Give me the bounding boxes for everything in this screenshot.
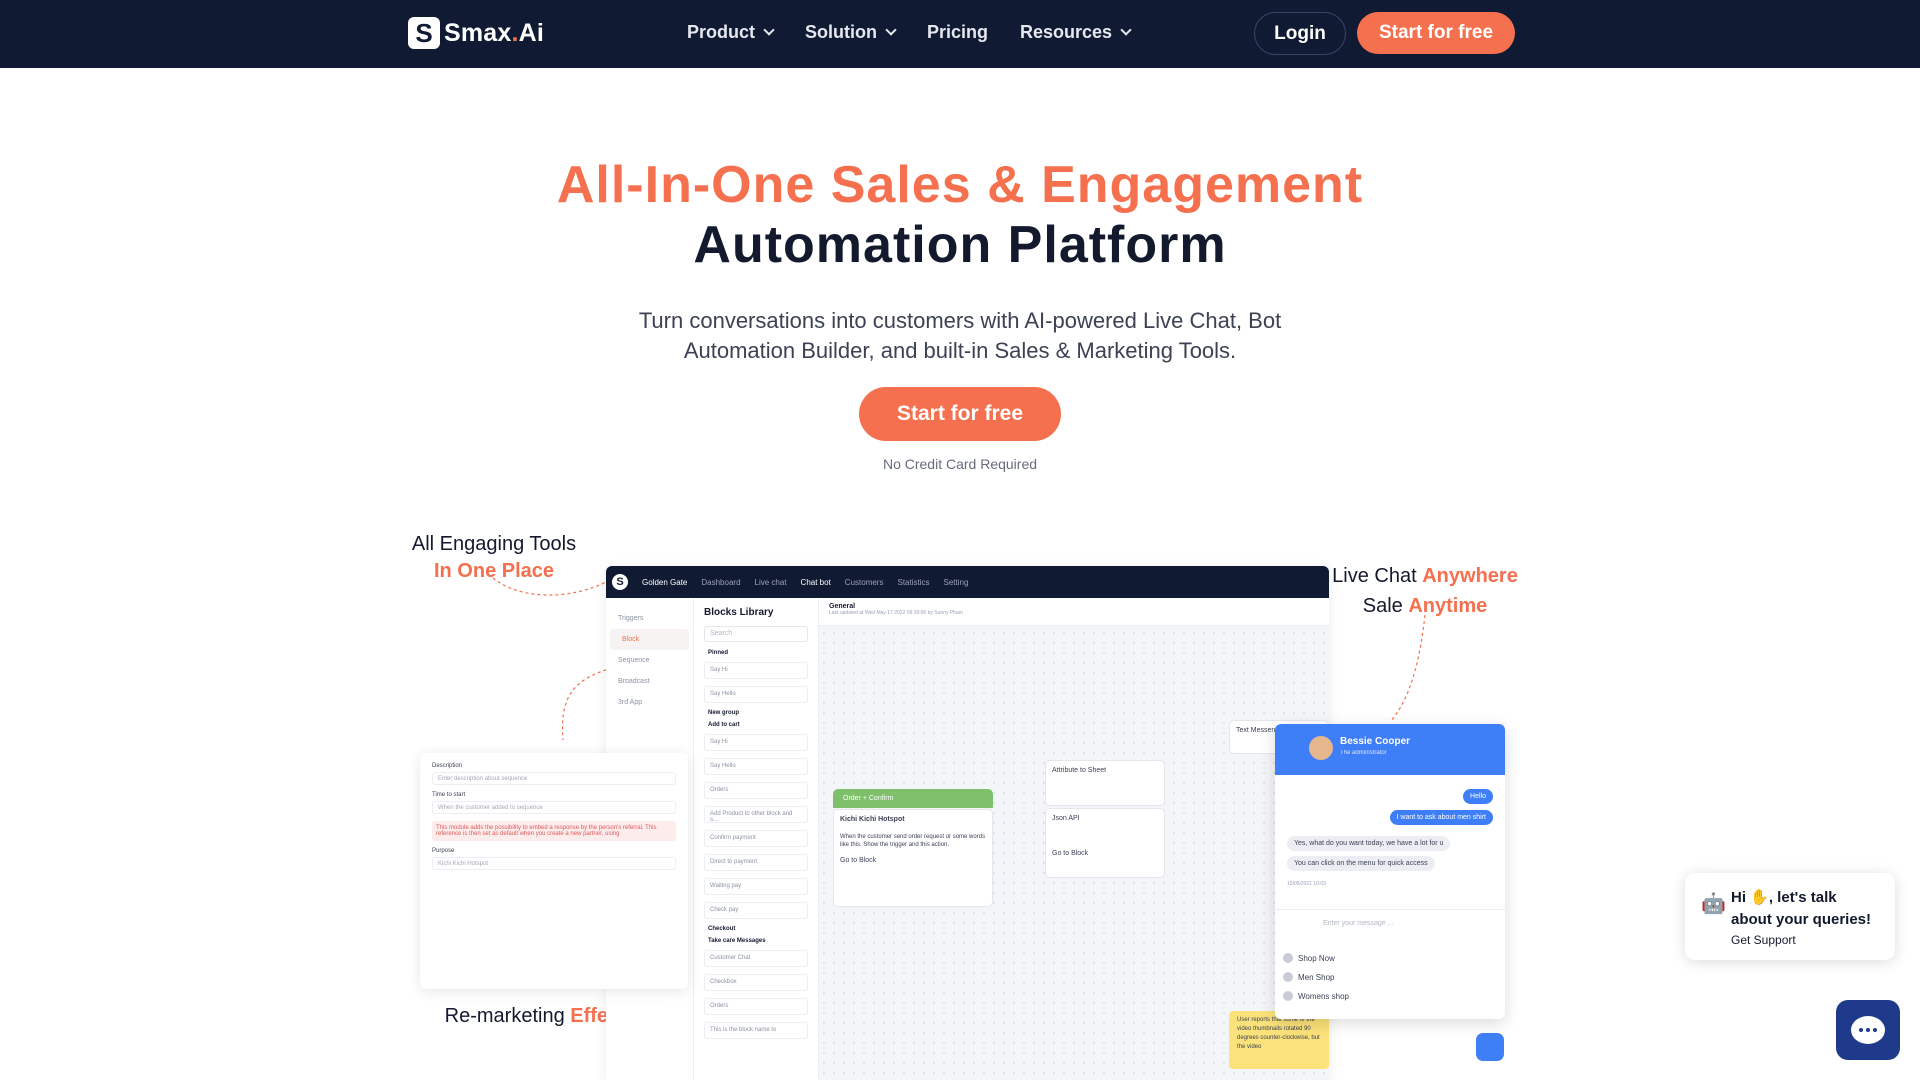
time-label: Time to start (432, 792, 466, 798)
chat-option[interactable]: Shop Now (1283, 953, 1335, 963)
app-topbar: S Golden Gate Dashboard Live chat Chat b… (606, 566, 1329, 598)
sidebar-item-sequence[interactable]: Sequence (606, 650, 693, 671)
node-json-api[interactable]: Json API Go to Block (1045, 808, 1165, 878)
chat-input[interactable]: Enter your message ... (1275, 909, 1505, 937)
node-go-block-2[interactable]: Go to Block (1052, 850, 1158, 857)
library-item[interactable]: This is the block name lo (704, 1022, 808, 1039)
chat-bubble-icon (1851, 1016, 1885, 1044)
library-item[interactable]: Add Product to other block and s... (704, 806, 808, 823)
library-item[interactable]: Say Hi (704, 662, 808, 679)
get-support-link[interactable]: Get Support (1731, 933, 1881, 947)
group-checkout[interactable]: Checkout (708, 926, 808, 932)
chat-msg-user: I want to ask about men shirt (1389, 810, 1493, 825)
sidebar-item-3rd-app[interactable]: 3rd App (606, 692, 693, 713)
node-description: When the customer send order request or … (840, 834, 986, 848)
agent-name: Bessie Cooper (1340, 736, 1411, 747)
app-screenshot: S Golden Gate Dashboard Live chat Chat b… (606, 566, 1329, 1080)
tab-dashboard[interactable]: Dashboard (701, 578, 740, 587)
desc-label: Description (432, 763, 463, 769)
sidebar-item-broadcast[interactable]: Broadcast (606, 671, 693, 692)
group-take-care[interactable]: Take care Messages (708, 938, 808, 944)
avatar (1309, 736, 1333, 760)
mini-chat-icon (1476, 1033, 1504, 1061)
chat-launcher-button[interactable] (1836, 1000, 1900, 1060)
workspace-name[interactable]: Golden Gate (642, 578, 687, 587)
library-item[interactable]: Checkbox (704, 974, 808, 991)
library-item[interactable]: Orders (704, 998, 808, 1015)
library-item[interactable]: Waiting pay (704, 878, 808, 895)
sequence-form-card: Description Enter description about sequ… (420, 753, 688, 989)
sidebar-item-block[interactable]: Block (610, 629, 689, 650)
library-search[interactable]: Search (704, 626, 808, 642)
purpose-label: Purpose (432, 848, 455, 854)
time-select[interactable]: When the customer added to sequence (432, 801, 676, 814)
chat-header: Bessie Cooper The administrator (1275, 724, 1505, 775)
app-logo-icon: S (612, 574, 628, 590)
library-item[interactable]: Direct to payment (704, 854, 808, 871)
library-title: Blocks Library (704, 607, 774, 618)
node-go-block[interactable]: Go to Block (840, 857, 986, 864)
library-item[interactable]: Say Hi (704, 734, 808, 751)
flow-node[interactable]: Kichi Kichi Hotspot When the customer se… (833, 809, 993, 907)
tab-livechat[interactable]: Live chat (755, 578, 787, 587)
robot-icon: 🤖 (1701, 893, 1726, 915)
library-item[interactable]: Customer Chat (704, 950, 808, 967)
library-item[interactable]: Check pay (704, 902, 808, 919)
tab-statistics[interactable]: Statistics (897, 578, 929, 587)
blocks-library: Blocks Library Search Pinned Say Hi Say … (694, 598, 819, 1080)
node-order-confirm[interactable]: Order + Confirm (833, 789, 993, 808)
chat-option[interactable]: Womens shop (1283, 991, 1349, 1001)
purpose-select[interactable]: Kichi Kichi Hotspot (432, 857, 676, 870)
chat-option[interactable]: Men Shop (1283, 972, 1334, 982)
library-item[interactable]: Confirm payment (704, 830, 808, 847)
chat-msg-agent: Yes, what do you want today, we have a l… (1287, 836, 1451, 851)
node-attribute-sheet[interactable]: Attribute to Sheet (1045, 760, 1165, 806)
tab-customers[interactable]: Customers (845, 578, 884, 587)
flow-canvas: General Last updated at Wed May 17 2022 … (819, 598, 1329, 1080)
tab-setting[interactable]: Setting (944, 578, 969, 587)
group-add-to-cart[interactable]: Add to cart (708, 722, 808, 728)
group-pinned[interactable]: Pinned (708, 650, 808, 656)
agent-role: The administrator (1340, 750, 1387, 756)
sticky-note: User reports that some of the video thum… (1229, 1011, 1329, 1069)
support-popup[interactable]: 🤖 Hi ✋, let's talk about your queries! G… (1685, 873, 1895, 960)
node-shop-name: Kichi Kichi Hotspot (840, 816, 905, 823)
library-item[interactable]: Orders (704, 782, 808, 799)
library-item[interactable]: Say Hello (704, 758, 808, 775)
chat-msg-user: Hello (1463, 789, 1493, 804)
chat-msg-agent: You can click on the menu for quick acce… (1287, 856, 1435, 871)
library-item[interactable]: Say Hello (704, 686, 808, 703)
support-greeting: Hi ✋, let's talk about your queries! (1731, 889, 1872, 928)
chat-widget: Bessie Cooper The administrator Hello I … (1275, 724, 1505, 1019)
node-json-label: Json API (1052, 815, 1080, 822)
warning-box: This module adds the possibility to embe… (432, 821, 676, 841)
canvas-header: General Last updated at Wed May 17 2022 … (819, 598, 1329, 626)
chat-time: 15/05/2021 10:03 (1287, 881, 1326, 887)
tab-chatbot[interactable]: Chat bot (801, 578, 831, 587)
group-new[interactable]: New group (708, 710, 808, 716)
sidebar-item-triggers[interactable]: Triggers (606, 608, 693, 629)
desc-input[interactable]: Enter description about sequence (432, 772, 676, 785)
node-sheet-label: Attribute to Sheet (1052, 767, 1107, 774)
